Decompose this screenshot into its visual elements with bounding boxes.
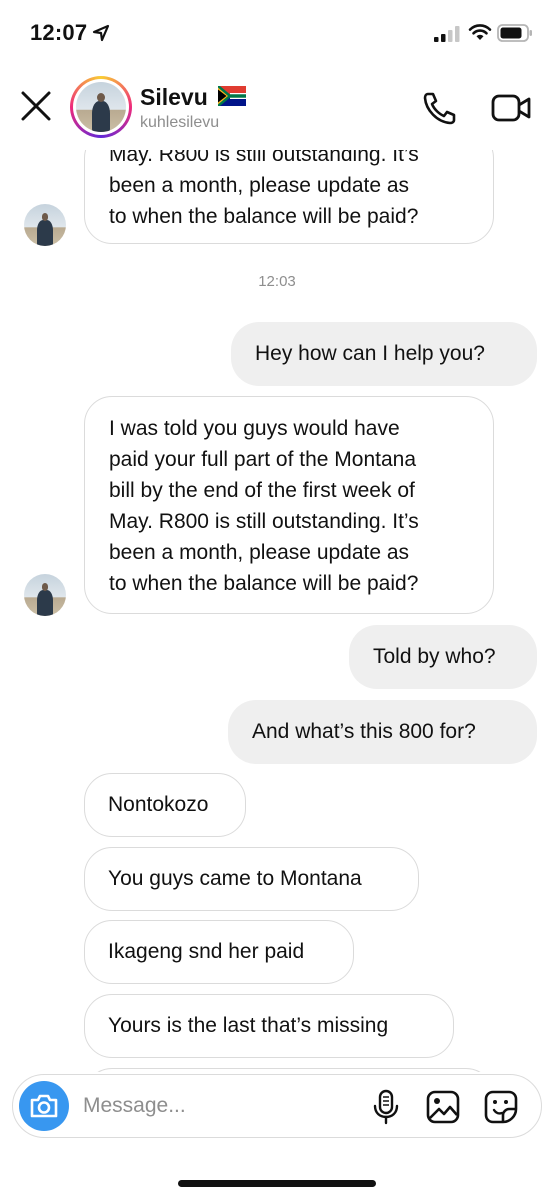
close-icon (21, 91, 51, 121)
message-line: And what’s this 800 for? (252, 720, 476, 743)
status-bar: 12:07 (0, 0, 554, 66)
close-button[interactable] (16, 86, 56, 126)
camera-icon (30, 1094, 58, 1118)
camera-button[interactable] (19, 1081, 69, 1131)
message-line: to when the balance will be paid? (109, 205, 419, 228)
incoming-message[interactable]: Yours is the last that’s missing (84, 994, 454, 1058)
message-line: Yours is the last that’s missing (108, 1014, 389, 1037)
battery-icon (497, 24, 532, 42)
sender-avatar[interactable] (24, 574, 66, 616)
message-line: You guys came to Montana (108, 867, 362, 890)
cellular-signal-icon (434, 26, 460, 42)
message-line: been a month, please update as (109, 541, 410, 564)
home-indicator[interactable] (178, 1180, 376, 1187)
message-line: been a month, please update as (109, 174, 410, 197)
incoming-message[interactable]: May. R800 is still outstanding. It’s bee… (84, 150, 494, 244)
avatar-photo (76, 82, 126, 132)
message-line: I was told you guys would have (109, 417, 400, 440)
contact-name[interactable]: Silevu (140, 84, 208, 111)
south-africa-flag-icon (218, 86, 246, 106)
status-time: 12:07 (30, 20, 88, 45)
incoming-message[interactable]: Ikageng snd her paid (84, 920, 354, 984)
location-arrow-icon (92, 24, 110, 42)
contact-avatar[interactable] (70, 76, 132, 138)
message-line: bill by the end of the first week of (109, 479, 415, 502)
incoming-message[interactable]: Nontokozo (84, 773, 246, 837)
outgoing-message[interactable]: Told by who? (349, 625, 537, 689)
phone-icon (423, 92, 456, 125)
message-input[interactable] (83, 1089, 353, 1123)
message-line: paid your full part of the Montana (109, 448, 417, 471)
video-call-button[interactable] (490, 88, 532, 128)
gallery-icon (426, 1090, 460, 1124)
message-line: Ikageng snd her paid (108, 940, 305, 963)
gallery-button[interactable] (425, 1089, 461, 1125)
message-line: Told by who? (373, 645, 496, 668)
microphone-icon (373, 1089, 399, 1125)
timestamp: 12:03 (258, 273, 296, 290)
message-composer (12, 1074, 542, 1138)
voice-call-button[interactable] (420, 88, 460, 128)
incoming-message[interactable]: You guys came to Montana (84, 847, 419, 911)
message-line: May. R800 is still outstanding. It’s (109, 150, 419, 166)
message-line: Nontokozo (108, 793, 209, 816)
sticker-button[interactable] (483, 1089, 519, 1125)
outgoing-message[interactable]: And what’s this 800 for? (228, 700, 537, 764)
chat-header: Silevu kuhlesilevu (0, 66, 554, 150)
sender-avatar[interactable] (24, 204, 66, 246)
outgoing-message[interactable]: Hey how can I help you? (231, 322, 537, 386)
video-camera-icon (491, 94, 531, 122)
message-line: to when the balance will be paid? (109, 572, 419, 595)
voice-message-button[interactable] (369, 1089, 403, 1125)
message-thread[interactable]: May. R800 is still outstanding. It’s bee… (0, 150, 554, 1072)
incoming-message-partial (84, 1068, 494, 1072)
message-line: May. R800 is still outstanding. It’s (109, 510, 419, 533)
sticker-icon (484, 1090, 518, 1124)
incoming-message[interactable]: I was told you guys would have paid your… (84, 396, 494, 614)
contact-username[interactable]: kuhlesilevu (140, 114, 219, 132)
wifi-icon (468, 24, 492, 40)
message-line: Hey how can I help you? (255, 342, 485, 365)
